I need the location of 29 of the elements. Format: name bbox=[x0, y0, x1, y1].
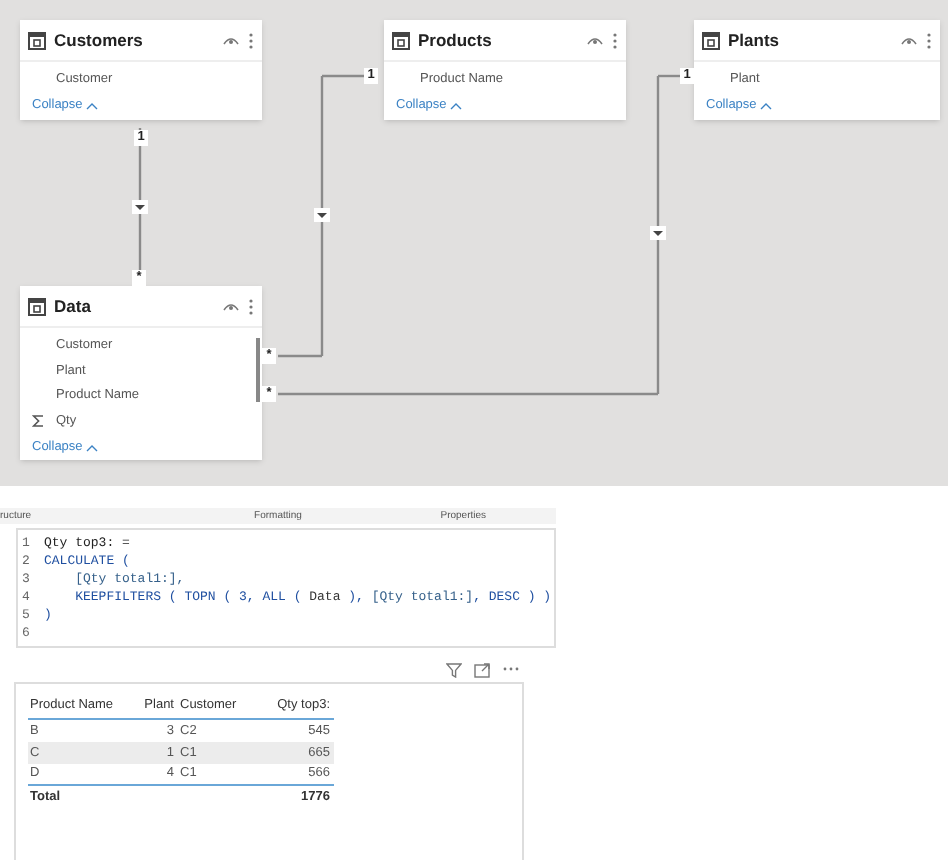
more-icon bbox=[248, 297, 254, 315]
filter-direction-icon bbox=[650, 226, 666, 240]
filter-icon bbox=[446, 661, 462, 677]
more-icon bbox=[926, 31, 932, 49]
filter-direction-icon bbox=[314, 208, 330, 222]
scrollbar[interactable] bbox=[256, 338, 260, 402]
table-title: Plants bbox=[728, 27, 782, 53]
more-icon bbox=[248, 31, 254, 49]
eye-icon bbox=[586, 34, 604, 46]
table-icon bbox=[702, 31, 720, 49]
table-title: Data bbox=[54, 293, 93, 319]
table-icon bbox=[28, 297, 46, 315]
table-title: Products bbox=[418, 27, 494, 53]
chevron-up-icon bbox=[86, 102, 99, 110]
more-options-icon bbox=[502, 666, 520, 672]
sigma-icon bbox=[32, 414, 44, 429]
chevron-up-icon bbox=[86, 443, 99, 451]
chevron-up-icon bbox=[450, 102, 463, 110]
filter-direction-icon bbox=[132, 200, 148, 214]
focus-mode-icon bbox=[474, 661, 490, 677]
chevron-up-icon bbox=[760, 102, 773, 110]
table-icon bbox=[392, 31, 410, 49]
more-icon bbox=[612, 31, 618, 49]
table-icon bbox=[28, 31, 46, 49]
eye-icon bbox=[222, 34, 240, 46]
relationship-line[interactable] bbox=[138, 128, 142, 270]
table-title: Customers bbox=[54, 27, 145, 53]
eye-icon bbox=[222, 300, 240, 312]
eye-icon bbox=[900, 34, 918, 46]
